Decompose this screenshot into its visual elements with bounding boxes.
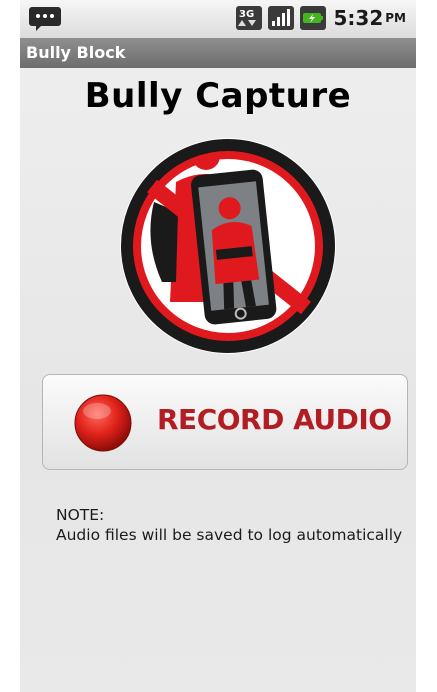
note-block: NOTE: Audio files will be saved to log a… bbox=[56, 505, 402, 545]
record-audio-label: RECORD AUDIO bbox=[157, 403, 392, 436]
no-bully-phone-logo bbox=[120, 138, 336, 354]
battery-charging-icon bbox=[299, 6, 326, 30]
status-bar: 3G 5:32 PM bbox=[20, 0, 416, 39]
record-dot-icon bbox=[74, 394, 132, 452]
note-label: NOTE: bbox=[56, 506, 105, 524]
signal-strength-icon bbox=[267, 6, 294, 30]
app-title-bar: Bully Block bbox=[20, 38, 416, 68]
chat-bubble-icon bbox=[29, 7, 61, 31]
status-icons: 3G 5:32 PM bbox=[235, 6, 406, 30]
phone-screen: 3G 5:32 PM Bully Block Bully Capture REC… bbox=[20, 0, 416, 692]
clock-ampm: PM bbox=[385, 11, 406, 25]
page-title: Bully Capture bbox=[84, 76, 352, 116]
clock-time: 5:32 bbox=[333, 6, 384, 30]
3g-icon: 3G bbox=[235, 6, 262, 30]
record-audio-button[interactable]: RECORD AUDIO bbox=[42, 374, 408, 470]
note-text: Audio files will be saved to log automat… bbox=[56, 526, 403, 544]
svg-text:3G: 3G bbox=[239, 9, 254, 20]
